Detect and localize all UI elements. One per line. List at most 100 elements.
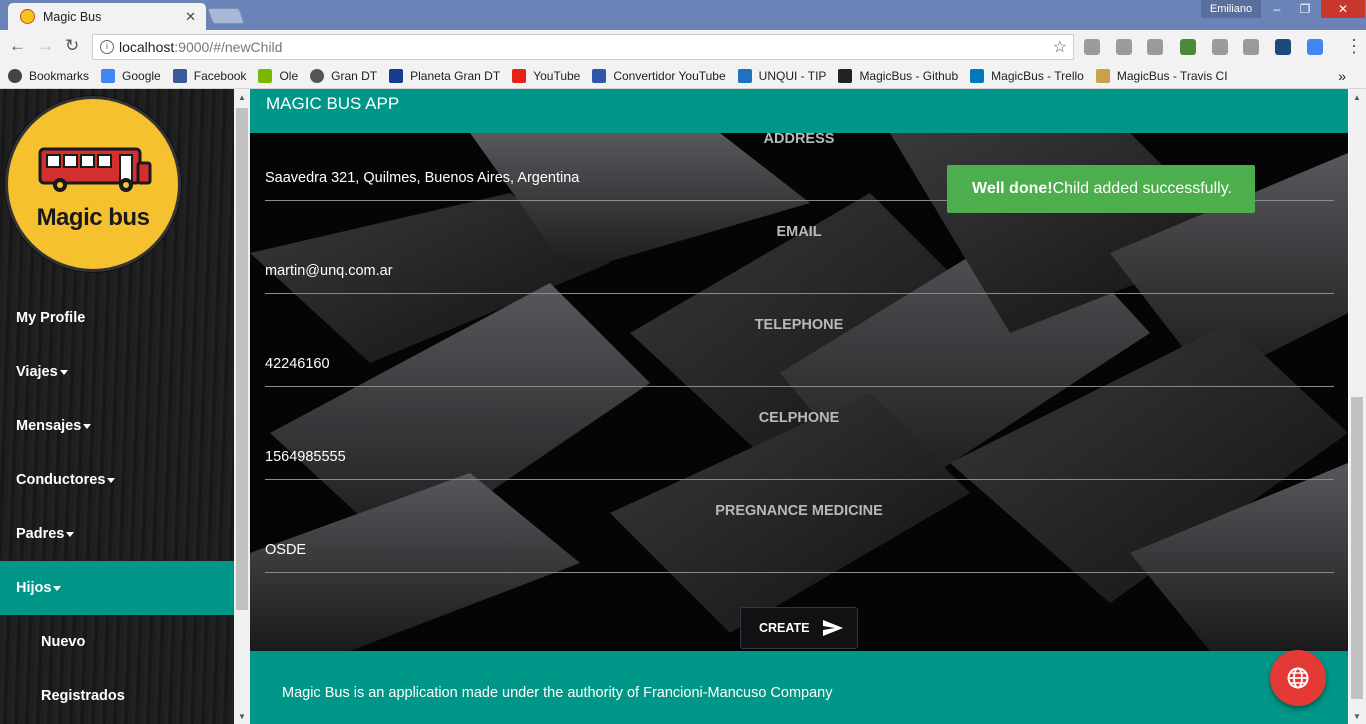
sidebar-item-label: Mensajes <box>16 418 82 434</box>
sidebar-scroll-thumb[interactable] <box>236 108 248 610</box>
field-label: PREGNANCE MEDICINE <box>715 503 883 519</box>
bookmark-label: MagicBus - Travis CI <box>1116 69 1228 83</box>
extension-icon[interactable] <box>1243 39 1259 55</box>
bookmark-item[interactable]: Ole <box>258 69 298 83</box>
profile-button[interactable]: Emiliano <box>1201 0 1261 18</box>
bookmark-label: MagicBus - Trello <box>991 69 1084 83</box>
bookmark-label: Planeta Gran DT <box>410 69 501 83</box>
bookmark-item[interactable]: MagicBus - Github <box>838 69 958 83</box>
sidebar-item-label: Padres <box>16 526 65 542</box>
restore-icon[interactable]: ❐ <box>1290 0 1320 18</box>
scroll-down-icon[interactable]: ▼ <box>238 712 246 721</box>
field-label: ADDRESS <box>763 131 835 147</box>
window-close-icon[interactable]: ✕ <box>1321 0 1365 18</box>
field-input-telephone[interactable]: 42246160 <box>265 356 330 372</box>
dropbox-extension-icon[interactable] <box>1212 39 1228 55</box>
magic-bus-logo[interactable]: Magic bus <box>5 96 181 272</box>
bookmark-item[interactable]: Google <box>101 69 161 83</box>
browser-tab[interactable]: Magic Bus ✕ <box>8 3 206 30</box>
more-bookmarks-icon[interactable]: » <box>1338 68 1346 84</box>
bookmark-item[interactable]: Planeta Gran DT <box>389 69 500 83</box>
app-header: MAGIC BUS APP <box>250 89 1348 133</box>
extension-icon[interactable] <box>1275 39 1291 55</box>
field-input-pregnance-medicine[interactable]: OSDE <box>265 542 306 558</box>
sidebar-item-my-profile[interactable]: My Profile <box>0 291 234 345</box>
bookmark-star-icon[interactable]: ☆ <box>1053 37 1067 57</box>
bookmark-label: Facebook <box>193 69 247 83</box>
field-input-celphone[interactable]: 1564985555 <box>265 449 346 465</box>
ole-icon <box>258 69 273 83</box>
extension-icon[interactable] <box>1180 39 1196 55</box>
sidebar-item-mensajes[interactable]: Mensajes <box>0 399 234 453</box>
sidebar-item-label: Viajes <box>16 364 58 380</box>
bookmark-item[interactable]: Facebook <box>172 69 247 83</box>
main-scroll-thumb[interactable] <box>1351 397 1363 699</box>
bus-icon <box>38 147 152 192</box>
extension-icon[interactable] <box>1116 39 1132 55</box>
success-toast: Well done! Child added successfully. <box>947 165 1255 213</box>
tab-close-icon[interactable]: ✕ <box>185 9 196 25</box>
minimize-icon[interactable]: ‒ <box>1262 0 1292 18</box>
footer: Magic Bus is an application made under t… <box>250 651 1348 724</box>
bookmark-item[interactable]: Convertidor YouTube <box>592 69 726 83</box>
sidebar-scrollbar[interactable]: ▲ ▼ <box>234 89 250 724</box>
language-fab-button[interactable] <box>1270 650 1326 706</box>
mp3-icon <box>592 69 607 83</box>
caret-down-icon <box>83 423 92 429</box>
field-underline <box>265 293 1334 294</box>
globe-icon <box>1287 667 1309 689</box>
menu-kebab-icon[interactable]: ⋮ <box>1345 36 1363 57</box>
bookmark-label: Google <box>122 69 161 83</box>
browser-toolbar: ← → ↻ i localhost:9000/#/newChild ☆ ⋮ <box>0 30 1366 64</box>
main-scrollbar[interactable]: ▲ ▼ <box>1349 89 1366 724</box>
sidebar-item-label: Conductores <box>16 472 106 488</box>
translate-extension-icon[interactable] <box>1307 39 1323 55</box>
sidebar-item-conductores[interactable]: Conductores <box>0 453 234 507</box>
bookmark-label: MagicBus - Github <box>859 69 959 83</box>
dt-icon <box>389 69 404 83</box>
bookmark-item[interactable]: Gran DT <box>310 69 377 83</box>
sidebar-item-label: My Profile <box>16 310 86 326</box>
bookmark-item[interactable]: UNQUI - TIP <box>737 69 827 83</box>
sidebar-subitem-label: Nuevo <box>41 634 86 650</box>
new-tab-button[interactable] <box>207 8 245 24</box>
bookmark-label: Gran DT <box>331 69 378 83</box>
bookmark-label: YouTube <box>533 69 581 83</box>
bookmark-item[interactable]: YouTube <box>512 69 580 83</box>
sidebar-subitem-nuevo[interactable]: Nuevo <box>0 615 234 669</box>
scroll-up-icon[interactable]: ▲ <box>238 93 246 102</box>
app-title: MAGIC BUS APP <box>266 94 400 113</box>
bookmark-item[interactable]: Bookmarks <box>8 69 89 83</box>
forward-arrow-icon[interactable]: → <box>37 36 54 56</box>
bookmark-item[interactable]: MagicBus - Trello <box>970 69 1084 83</box>
sidebar-item-hijos[interactable]: Hijos <box>0 561 234 615</box>
browser-titlebar: Magic Bus ✕ Emiliano ‒ ❐ ✕ <box>0 0 1366 30</box>
field-label: TELEPHONE <box>754 317 844 333</box>
youtube-icon <box>512 69 527 83</box>
create-button[interactable]: CREATE <box>740 607 858 649</box>
sidebar-subitem-label: Registrados <box>41 688 125 704</box>
github-icon <box>838 69 853 83</box>
scroll-down-icon[interactable]: ▼ <box>1353 712 1361 721</box>
extension-icon[interactable] <box>1147 39 1163 55</box>
caret-down-icon <box>53 585 62 591</box>
bookmark-item[interactable]: MagicBus - Travis CI <box>1095 69 1228 83</box>
sidebar-item-padres[interactable]: Padres <box>0 507 234 561</box>
field-underline <box>265 386 1334 387</box>
back-arrow-icon[interactable]: ← <box>9 36 26 56</box>
scroll-up-icon[interactable]: ▲ <box>1353 93 1361 102</box>
sidebar-item-viajes[interactable]: Viajes <box>0 345 234 399</box>
field-input-email[interactable]: martin@unq.com.ar <box>265 263 393 279</box>
reload-icon[interactable]: ↻ <box>65 36 79 56</box>
info-icon[interactable]: i <box>100 40 114 54</box>
bookmark-label: Convertidor YouTube <box>613 69 726 83</box>
logo-text: Magic bus <box>36 204 150 231</box>
caret-down-icon <box>66 531 75 537</box>
sidebar-subitem-registrados[interactable]: Registrados <box>0 669 234 723</box>
footer-text: Magic Bus is an application made under t… <box>282 685 833 701</box>
drive-extension-icon[interactable] <box>1084 39 1100 55</box>
address-bar[interactable]: i localhost:9000/#/newChild ☆ <box>92 34 1074 60</box>
bookmark-label: UNQUI - TIP <box>758 69 827 83</box>
field-input-address[interactable]: Saavedra 321, Quilmes, Buenos Aires, Arg… <box>265 170 579 186</box>
trello-icon <box>970 69 985 83</box>
